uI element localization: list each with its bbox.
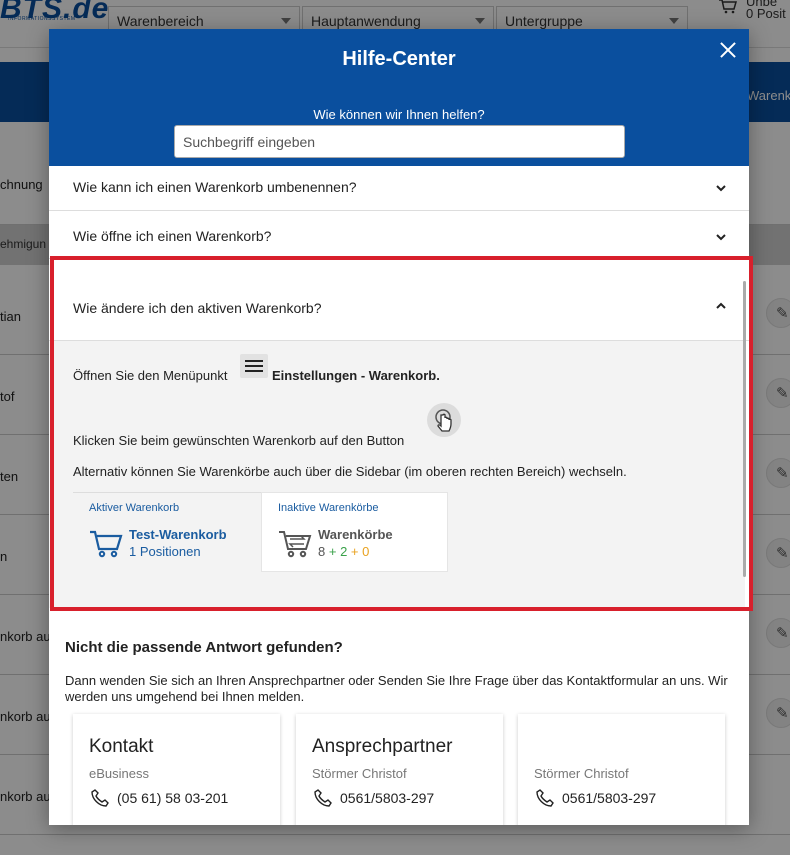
answer-line-1: Öffnen Sie den Menüpunkt bbox=[73, 368, 228, 383]
faq-item-rename-cart[interactable]: Wie kann ich einen Warenkorb umbenennen? bbox=[49, 166, 749, 211]
answer-line-3: Alternativ können Sie Warenkörbe auch üb… bbox=[73, 464, 627, 479]
contact-title: Kontakt bbox=[89, 736, 154, 757]
modal-header: Hilfe-Center Wie können wir Ihnen helfen… bbox=[49, 29, 749, 166]
modal-title: Hilfe-Center bbox=[342, 48, 456, 70]
answer-line-2: Klicken Sie beim gewünschten Warenkorb a… bbox=[73, 433, 405, 448]
chevron-down-icon bbox=[716, 185, 726, 192]
cart-icon bbox=[90, 530, 123, 558]
faq-question: Wie kann ich einen Warenkorb umbenennen? bbox=[73, 179, 357, 195]
active-cart-box[interactable]: Aktiver Warenkorb Test-Warenkorb 1 Posit… bbox=[73, 492, 262, 572]
count-green: + 2 bbox=[328, 544, 348, 559]
help-center-modal: Hilfe-Center Wie können wir Ihnen helfen… bbox=[49, 29, 749, 825]
help-question: Wie können wir Ihnen helfen? bbox=[313, 107, 485, 122]
close-icon[interactable] bbox=[717, 39, 739, 61]
contact-phone[interactable]: 0561/5803-297 bbox=[340, 790, 434, 806]
contact-subtitle: Störmer Christof bbox=[312, 766, 407, 781]
contact-phone[interactable]: (05 61) 58 03-201 bbox=[117, 790, 228, 806]
cart-switch-icon bbox=[279, 531, 312, 558]
inactive-carts-counts: 8 + 2 + 0 bbox=[318, 544, 369, 559]
menu-icon bbox=[240, 354, 268, 378]
phone-icon bbox=[91, 789, 109, 807]
chevron-up-icon bbox=[716, 302, 726, 309]
contact-title: Ansprechpartner bbox=[312, 736, 453, 757]
active-cart-positions: 1 Positionen bbox=[129, 544, 201, 559]
active-cart-name: Test-Warenkorb bbox=[129, 527, 227, 542]
faq-open-header[interactable]: Wie ändere ich den aktiven Warenkorb? bbox=[49, 259, 749, 341]
faq-answer: Öffnen Sie den Menüpunkt Einstellungen -… bbox=[49, 341, 745, 608]
phone-icon bbox=[314, 789, 332, 807]
search-input[interactable] bbox=[174, 125, 625, 158]
not-found-title: Nicht die passende Antwort gefunden? bbox=[65, 639, 343, 656]
phone-icon bbox=[536, 789, 554, 807]
contact-card-third[interactable]: Störmer Christof 0561/5803-297 bbox=[518, 714, 725, 825]
chevron-down-icon bbox=[716, 234, 726, 241]
faq-question: Wie öffne ich einen Warenkorb? bbox=[73, 228, 272, 244]
inactive-carts-box[interactable]: Inaktive Warenkörbe Warenkörbe 8 + 2 + 0 bbox=[261, 492, 448, 572]
not-found-text: Dann wenden Sie sich an Ihren Ansprechpa… bbox=[65, 673, 728, 704]
faq-item-change-active-cart: Wie ändere ich den aktiven Warenkorb? Öf… bbox=[49, 259, 749, 608]
contact-subtitle: Störmer Christof bbox=[534, 766, 629, 781]
faq-question: Wie ändere ich den aktiven Warenkorb? bbox=[73, 300, 322, 316]
scrollbar[interactable] bbox=[743, 281, 746, 577]
count-orange: + 0 bbox=[350, 544, 370, 559]
contact-card-kontakt[interactable]: Kontakt eBusiness (05 61) 58 03-201 bbox=[73, 714, 280, 825]
hand-pointer-icon bbox=[427, 403, 461, 437]
contact-subtitle: eBusiness bbox=[89, 766, 149, 781]
inactive-carts-label: Inaktive Warenkörbe bbox=[278, 502, 379, 514]
contact-phone[interactable]: 0561/5803-297 bbox=[562, 790, 656, 806]
inactive-carts-name: Warenkörbe bbox=[318, 527, 393, 542]
active-cart-label: Aktiver Warenkorb bbox=[89, 502, 180, 514]
answer-menu-path: Einstellungen - Warenkorb. bbox=[272, 368, 440, 383]
faq-item-open-cart[interactable]: Wie öffne ich einen Warenkorb? bbox=[49, 211, 749, 259]
contact-card-ansprechpartner[interactable]: Ansprechpartner Störmer Christof 0561/58… bbox=[296, 714, 503, 825]
count-total: 8 bbox=[318, 544, 326, 559]
